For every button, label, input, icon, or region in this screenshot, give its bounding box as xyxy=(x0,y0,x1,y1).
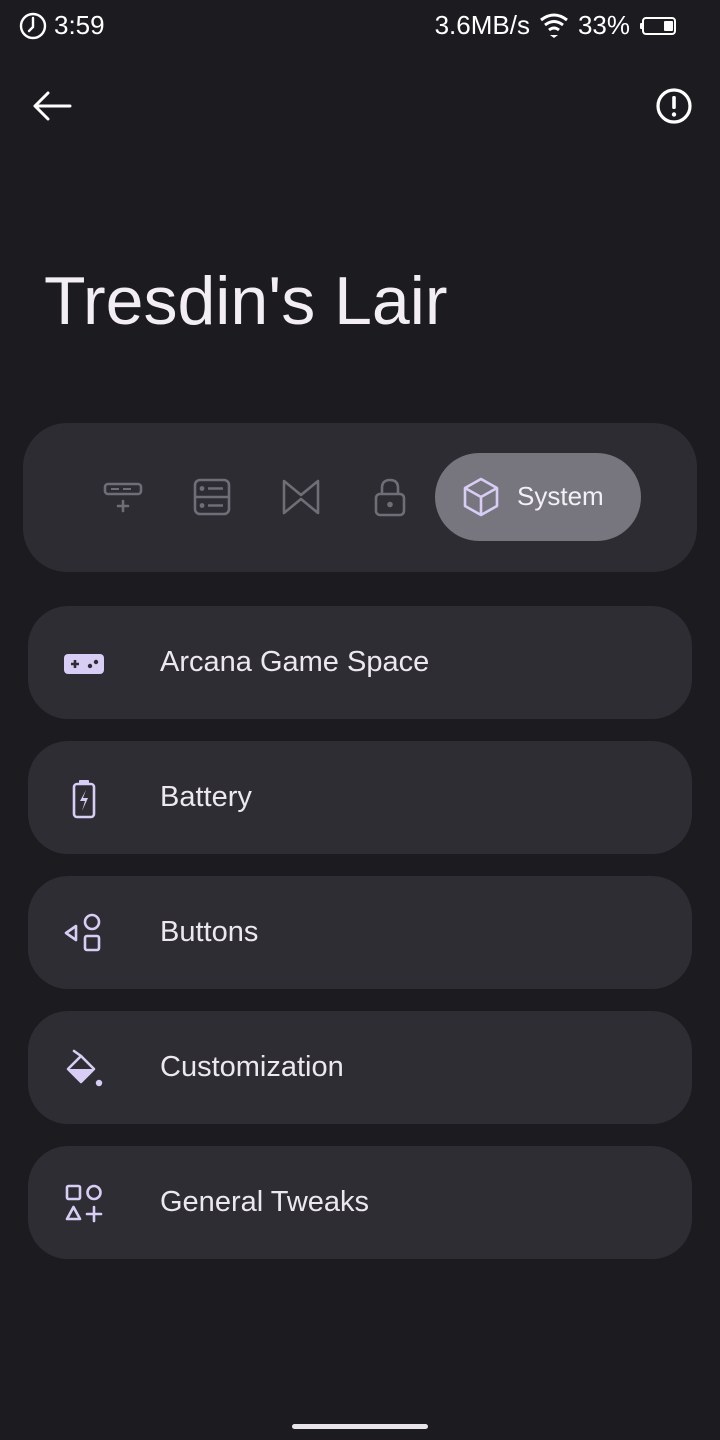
status-left: 3:59 xyxy=(18,10,105,41)
menu-item-customization[interactable]: Customization xyxy=(28,1011,692,1124)
tab-display[interactable] xyxy=(87,453,159,541)
tab-security[interactable] xyxy=(354,453,426,541)
status-right: 3.6MB/s 33% xyxy=(435,10,678,41)
network-speed: 3.6MB/s xyxy=(434,10,530,40)
gesture-nav-handle[interactable] xyxy=(292,1424,428,1429)
cube-icon xyxy=(459,475,503,519)
info-button[interactable] xyxy=(644,70,704,142)
buttons-shapes-icon xyxy=(62,912,106,956)
server-stack-icon xyxy=(190,475,234,519)
tab-system[interactable]: System xyxy=(435,453,641,541)
app-bar xyxy=(0,70,720,142)
menu-item-label: Buttons xyxy=(160,916,259,948)
info-circle-icon xyxy=(654,86,694,126)
tab-storage[interactable] xyxy=(176,453,248,541)
menu-item-arcana-game-space[interactable]: Arcana Game Space xyxy=(28,606,692,719)
tab-transitions[interactable] xyxy=(265,453,337,541)
tab-system-label: System xyxy=(517,481,604,511)
category-tab-strip: System xyxy=(23,423,697,572)
bowtie-icon xyxy=(279,475,323,519)
menu-item-label: General Tweaks xyxy=(160,1186,370,1218)
shapes-grid-icon xyxy=(62,1182,106,1226)
battery-percent: 33% xyxy=(577,10,630,40)
menu-item-buttons[interactable]: Buttons xyxy=(28,876,692,989)
status-bar: 3:59 3.6MB/s 33% xyxy=(0,0,720,54)
menu-item-battery[interactable]: Battery xyxy=(28,741,692,854)
arrow-left-icon xyxy=(32,91,72,121)
clock-time: 3:59 xyxy=(54,10,105,40)
lock-icon xyxy=(368,475,412,519)
wifi-icon xyxy=(540,13,568,39)
page-title: Tresdin's Lair xyxy=(44,263,448,339)
menu-item-general-tweaks[interactable]: General Tweaks xyxy=(28,1146,692,1259)
gamepad-icon xyxy=(62,642,106,686)
paint-bucket-icon xyxy=(62,1047,106,1091)
battery-charging-icon xyxy=(62,777,106,821)
menu-item-label: Customization xyxy=(160,1051,344,1083)
alarm-clock-icon xyxy=(18,11,48,41)
menu-item-label: Battery xyxy=(160,781,252,813)
display-add-icon xyxy=(101,477,145,517)
back-button[interactable] xyxy=(22,70,82,142)
menu-item-label: Arcana Game Space xyxy=(160,646,430,678)
battery-icon xyxy=(640,16,678,36)
